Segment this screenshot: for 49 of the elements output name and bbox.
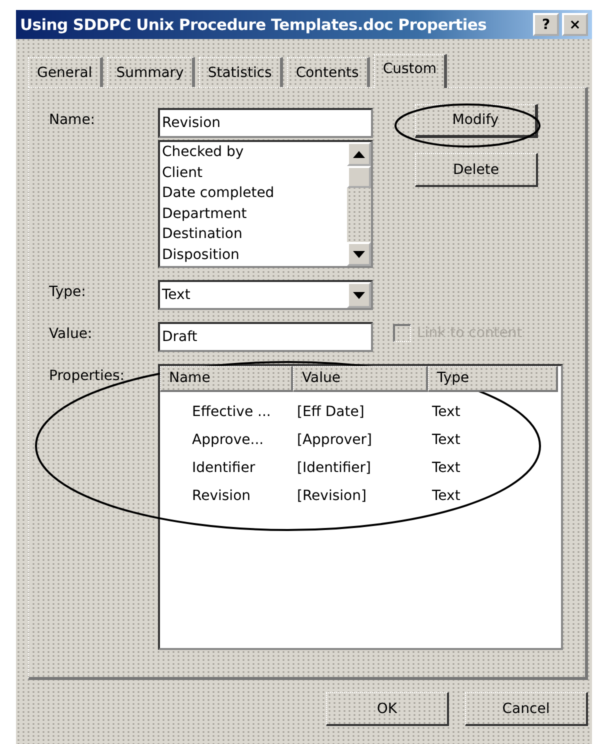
table-cell-text: Text	[431, 432, 462, 448]
tab[interactable]: Statistics	[198, 57, 283, 87]
scroll-track[interactable]	[347, 142, 371, 266]
list-item[interactable]: Date completed	[162, 183, 347, 204]
properties-label: Properties:	[49, 367, 126, 384]
tab[interactable]: Contents	[286, 57, 370, 87]
dialog-button[interactable]: Cancel	[465, 692, 588, 726]
name-field[interactable]: Revision	[158, 108, 373, 138]
table-cell-text: Text	[431, 488, 462, 504]
table-cell-text: Revision	[191, 488, 252, 504]
window-title: Using SDDPC Unix Procedure Templates.doc Properties	[20, 16, 488, 34]
table-cell-text: [Eff Date]	[296, 404, 366, 420]
tab[interactable]: General	[28, 57, 104, 87]
down-arrow-icon	[353, 292, 365, 298]
action-button[interactable]: Delete	[415, 153, 538, 187]
close-button[interactable]: ×	[562, 13, 588, 36]
table-cell-text: Identifier	[191, 460, 256, 476]
scroll-up-button[interactable]	[347, 142, 371, 166]
tab[interactable]: Summary	[107, 57, 195, 87]
list-item[interactable]: Client	[162, 162, 347, 183]
name-label: Name:	[49, 111, 96, 128]
scroll-thumb[interactable]	[347, 166, 371, 188]
table-cell-text: [Approver]	[296, 432, 373, 448]
down-arrow-icon	[353, 250, 365, 258]
scroll-down-button[interactable]	[347, 242, 371, 266]
up-arrow-icon	[353, 150, 365, 158]
value-field[interactable]: Draft	[158, 322, 373, 352]
column-header[interactable]: Name	[160, 366, 293, 392]
list-item[interactable]: Destination	[162, 224, 347, 244]
help-button[interactable]: ?	[533, 13, 559, 36]
name-list[interactable]: Checked by Client Date completed Department Destination Disposition	[158, 140, 373, 268]
type-dropdown[interactable]: Text	[158, 280, 373, 310]
table-cell-text: Approve...	[191, 432, 265, 448]
list-item[interactable]: Checked by	[162, 142, 347, 162]
tab[interactable]: Custom	[374, 54, 448, 88]
table-cell-text: Text	[431, 460, 462, 476]
type-label: Type:	[49, 283, 87, 300]
list-item[interactable]: Department	[162, 204, 347, 224]
list-item[interactable]: Disposition	[162, 244, 347, 265]
table-cell-text: Text	[431, 404, 462, 420]
dialog-button[interactable]: OK	[326, 692, 449, 726]
table-cell-text: [Revision]	[296, 488, 368, 504]
value-label: Value:	[49, 325, 94, 342]
action-button[interactable]: Modify	[415, 104, 538, 138]
column-header[interactable]: Value	[293, 366, 428, 392]
column-header[interactable]: Type	[428, 366, 558, 392]
table-cell-text: [Identifier]	[296, 460, 372, 476]
table-cell-text: Effective ...	[191, 404, 272, 420]
dropdown-button[interactable]	[347, 282, 371, 308]
